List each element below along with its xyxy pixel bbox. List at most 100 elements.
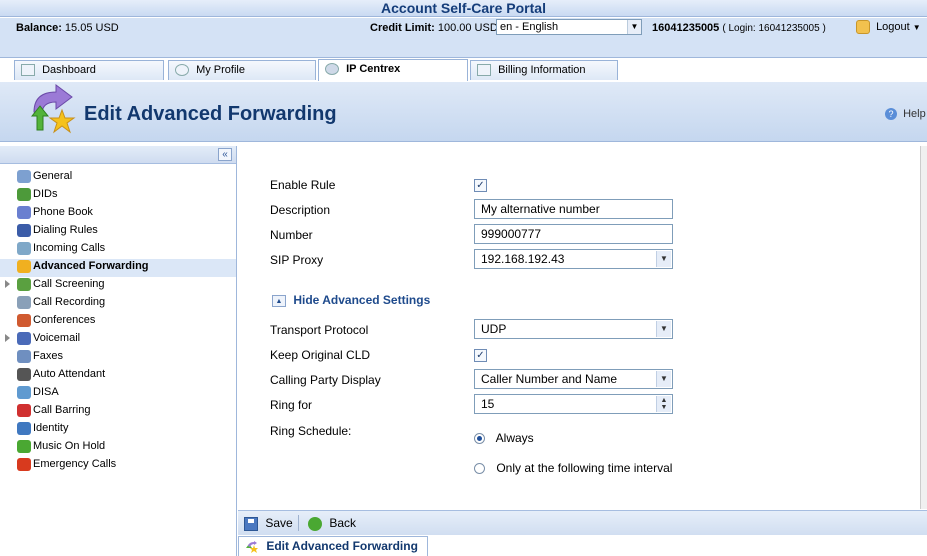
- chevron-down-icon[interactable]: ▼: [656, 371, 671, 387]
- back-arrow-icon: [308, 516, 322, 531]
- disa-icon: [17, 386, 31, 399]
- sidebar-item-label: Auto Attendant: [33, 368, 106, 380]
- document-icon: [477, 64, 491, 77]
- advanced-toggle-label: Hide Advanced Settings: [293, 293, 431, 307]
- sidebar-item-label: Faxes: [33, 350, 63, 362]
- chevron-down-icon[interactable]: ▼: [913, 23, 921, 32]
- tab-label: My Profile: [196, 64, 245, 76]
- tab-dashboard[interactable]: Dashboard: [14, 60, 164, 80]
- sidebar-item-label: Call Barring: [33, 404, 91, 416]
- login-text: ( Login: 16041235005 ): [722, 23, 826, 34]
- content-scrollbar[interactable]: [920, 146, 927, 509]
- sidebar-item-label: Incoming Calls: [33, 242, 106, 254]
- number-label: Number: [270, 228, 313, 242]
- sidebar-item-label: Dialing Rules: [33, 224, 98, 236]
- ring-for-value: 15: [481, 397, 495, 411]
- chevron-down-icon[interactable]: ▼: [627, 20, 641, 34]
- collapse-sidebar-button[interactable]: «: [218, 148, 232, 161]
- help-label: Help: [903, 108, 926, 120]
- radio-interval[interactable]: [474, 463, 485, 475]
- gear-icon: [17, 170, 31, 183]
- main-tabs: Dashboard My Profile IP Centrex Billing …: [0, 42, 927, 81]
- sidebar-item-label: Advanced Forwarding: [33, 260, 149, 272]
- help-icon: ?: [885, 108, 897, 121]
- sidebar-item-label: Voicemail: [33, 332, 81, 344]
- schedule-interval-option[interactable]: Only at the following time interval: [474, 461, 672, 475]
- collapse-arrow-icon: ▲: [272, 294, 286, 307]
- schedule-always-option[interactable]: Always: [474, 431, 534, 445]
- sidebar-item-voicemail[interactable]: Voicemail: [0, 331, 236, 349]
- language-select[interactable]: en - English ▼: [496, 19, 642, 35]
- spinner-icon[interactable]: ▲ ▼: [656, 396, 671, 412]
- calling-party-value: Caller Number and Name: [481, 372, 618, 386]
- bottom-tab-label: Edit Advanced Forwarding: [266, 539, 418, 553]
- sidebar: « General DIDs Phone Book Dialing Rules Inco…: [0, 146, 237, 556]
- page-title: Edit Advanced Forwarding: [84, 103, 337, 125]
- tab-ip-centrex[interactable]: IP Centrex: [318, 59, 468, 81]
- sidebar-item-conferences[interactable]: Conferences: [0, 313, 236, 331]
- help-button[interactable]: ? Help: [885, 108, 926, 121]
- account-number: 16041235005: [652, 22, 720, 34]
- tab-label: Dashboard: [42, 64, 96, 76]
- sidebar-item-label: Conferences: [33, 314, 96, 326]
- sidebar-item-emergency-calls[interactable]: Emergency Calls: [0, 457, 236, 475]
- sidebar-item-dids[interactable]: DIDs: [0, 187, 236, 205]
- save-button[interactable]: Save: [244, 515, 293, 531]
- transport-protocol-select[interactable]: UDP ▼: [474, 319, 673, 339]
- tab-my-profile[interactable]: My Profile: [168, 60, 316, 80]
- radio-always[interactable]: [474, 433, 485, 445]
- sidebar-item-label: Call Recording: [33, 296, 106, 308]
- sidebar-item-incoming-calls[interactable]: Incoming Calls: [0, 241, 236, 259]
- sidebar-item-disa[interactable]: DISA: [0, 385, 236, 403]
- attendant-icon: [17, 368, 31, 381]
- sidebar-item-call-recording[interactable]: Call Recording: [0, 295, 236, 313]
- keep-cld-label: Keep Original CLD: [270, 348, 371, 362]
- keep-cld-checkbox[interactable]: ✓: [474, 349, 487, 362]
- tab-billing-information[interactable]: Billing Information: [470, 60, 618, 80]
- sidebar-item-call-barring[interactable]: Call Barring: [0, 403, 236, 421]
- hide-advanced-settings-toggle[interactable]: ▲ Hide Advanced Settings: [272, 293, 430, 307]
- language-value: en - English: [500, 21, 559, 33]
- expand-arrow-icon[interactable]: [5, 334, 10, 342]
- sidebar-item-label: General: [33, 170, 73, 182]
- chevron-down-icon[interactable]: ▼: [656, 251, 671, 267]
- description-input[interactable]: My alternative number: [474, 199, 673, 219]
- music-icon: [17, 440, 31, 453]
- sidebar-item-call-screening[interactable]: Call Screening: [0, 277, 236, 295]
- calling-party-select[interactable]: Caller Number and Name ▼: [474, 369, 673, 389]
- logout-button[interactable]: Logout ▼: [856, 19, 921, 36]
- credit-limit: Credit Limit: 100.00 USD: [370, 22, 498, 34]
- ring-for-label: Ring for: [270, 398, 313, 412]
- sidebar-header: «: [0, 146, 236, 164]
- recording-icon: [17, 296, 31, 309]
- account-id: 16041235005 ( Login: 16041235005 ): [652, 22, 826, 34]
- save-icon: [244, 516, 258, 531]
- sidebar-nav: General DIDs Phone Book Dialing Rules Incomi…: [0, 164, 236, 475]
- enable-rule-checkbox[interactable]: ✓: [474, 179, 487, 192]
- sip-proxy-select[interactable]: 192.168.192.43 ▼: [474, 249, 673, 269]
- sidebar-item-identity[interactable]: Identity: [0, 421, 236, 439]
- sidebar-item-phone-book[interactable]: Phone Book: [0, 205, 236, 223]
- schedule-always-label: Always: [495, 431, 534, 445]
- gear-icon: [325, 63, 339, 76]
- sidebar-item-faxes[interactable]: Faxes: [0, 349, 236, 367]
- sidebar-item-label: DISA: [33, 386, 59, 398]
- enable-rule-label: Enable Rule: [270, 178, 336, 192]
- forwarding-icon: [30, 84, 76, 134]
- back-button[interactable]: Back: [308, 515, 356, 531]
- sidebar-item-music-on-hold[interactable]: Music On Hold: [0, 439, 236, 457]
- chevron-down-icon[interactable]: ▼: [656, 321, 671, 337]
- logout-label: Logout: [876, 21, 910, 33]
- ring-for-stepper[interactable]: 15 ▲ ▼: [474, 394, 673, 414]
- sidebar-item-general[interactable]: General: [0, 169, 236, 187]
- sidebar-item-dialing-rules[interactable]: Dialing Rules: [0, 223, 236, 241]
- sidebar-item-advanced-forwarding[interactable]: Advanced Forwarding: [0, 259, 236, 277]
- sidebar-item-auto-attendant[interactable]: Auto Attendant: [0, 367, 236, 385]
- tab-label: IP Centrex: [346, 63, 401, 75]
- conference-icon: [17, 314, 31, 327]
- window-title: Account Self-Care Portal: [0, 0, 927, 17]
- expand-arrow-icon[interactable]: [5, 280, 10, 288]
- bottom-tab[interactable]: Edit Advanced Forwarding: [238, 536, 428, 556]
- sidebar-item-label: Phone Book: [33, 206, 93, 218]
- number-input[interactable]: 999000777: [474, 224, 673, 244]
